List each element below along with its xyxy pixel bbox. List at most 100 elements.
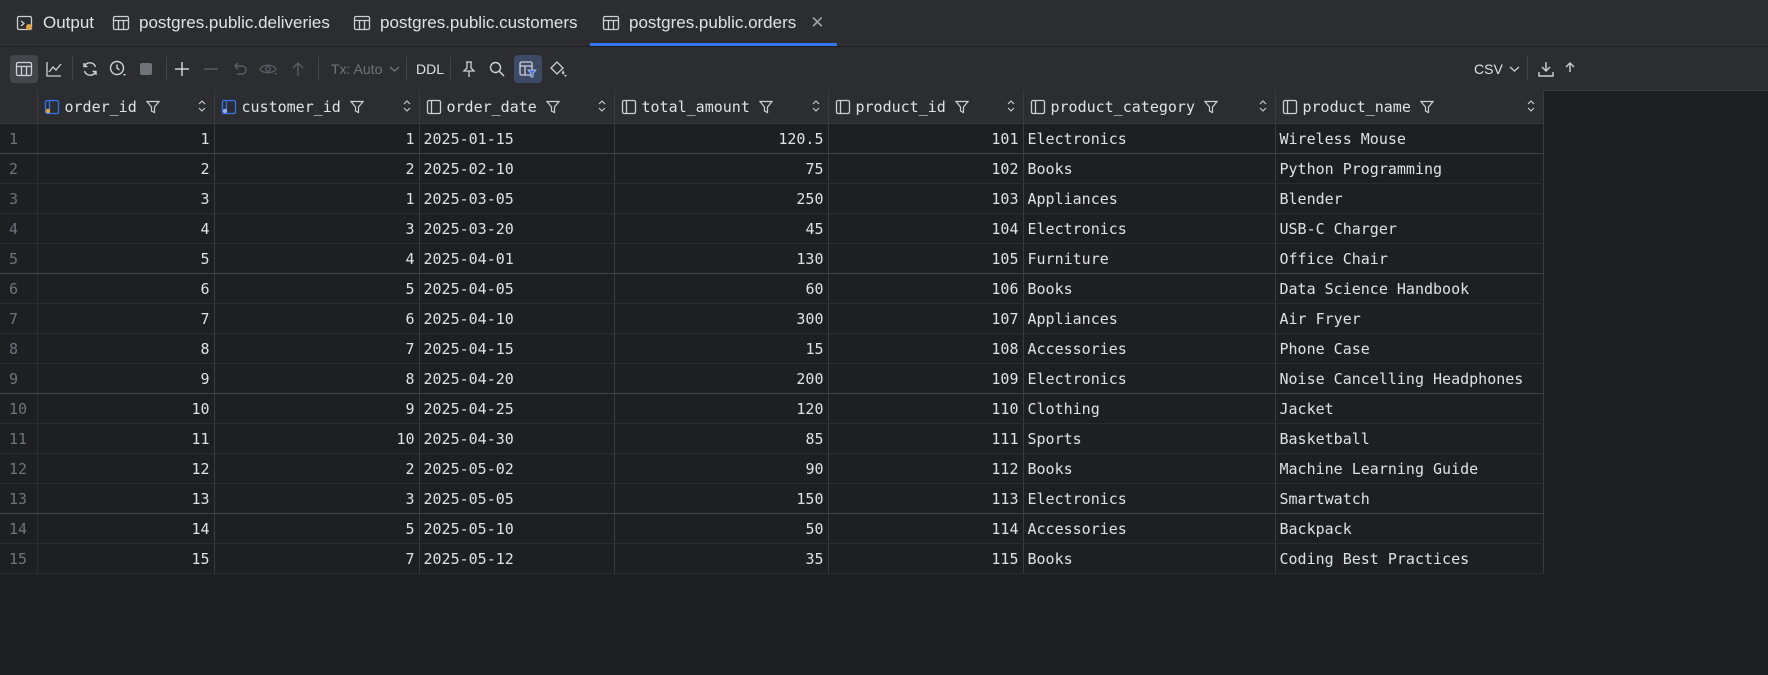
cell-product-name[interactable]: Jacket — [1275, 393, 1544, 424]
cell-product-category[interactable]: Sports — [1023, 423, 1276, 454]
cell-order-id[interactable]: 8 — [37, 333, 215, 364]
column-header-product-id[interactable]: product_id — [828, 90, 1024, 124]
cell-product-id[interactable]: 111 — [828, 423, 1024, 454]
cell-order-id[interactable]: 12 — [37, 453, 215, 484]
row-number[interactable]: 9 — [0, 363, 38, 394]
cell-total-amount[interactable]: 50 — [614, 513, 829, 544]
table-row[interactable]: 3 3 1 2025-03-05 250 103 Appliances Blender — [0, 183, 1544, 214]
ddl-button[interactable]: DDL — [416, 55, 444, 83]
cell-product-category[interactable]: Electronics — [1023, 363, 1276, 394]
cell-order-date[interactable]: 2025-03-20 — [419, 213, 615, 244]
cell-order-date[interactable]: 2025-05-10 — [419, 513, 615, 544]
table-row[interactable]: 14 14 5 2025-05-10 50 114 Accessories Backpack — [0, 513, 1544, 544]
cell-product-id[interactable]: 112 — [828, 453, 1024, 484]
cell-product-id[interactable]: 105 — [828, 243, 1024, 274]
tab-orders[interactable]: postgres.public.orders ✕ — [590, 0, 837, 46]
cell-product-name[interactable]: Machine Learning Guide — [1275, 453, 1544, 484]
row-number[interactable]: 1 — [0, 123, 38, 154]
chart-view-button[interactable] — [40, 55, 68, 83]
cell-product-category[interactable]: Accessories — [1023, 333, 1276, 364]
table-row[interactable]: 6 6 5 2025-04-05 60 106 Books Data Science Hand… — [0, 273, 1544, 304]
cell-total-amount[interactable]: 60 — [614, 273, 829, 304]
cell-order-id[interactable]: 15 — [37, 543, 215, 574]
row-number[interactable]: 10 — [0, 393, 38, 424]
cell-order-date[interactable]: 2025-03-05 — [419, 183, 615, 214]
table-row[interactable]: 2 2 2 2025-02-10 75 102 Books Python Programmin… — [0, 153, 1544, 184]
cell-total-amount[interactable]: 130 — [614, 243, 829, 274]
cell-order-id[interactable]: 4 — [37, 213, 215, 244]
upload-button[interactable] — [1556, 55, 1584, 83]
cell-customer-id[interactable]: 5 — [214, 273, 420, 304]
cell-order-date[interactable]: 2025-04-20 — [419, 363, 615, 394]
tab-deliveries[interactable]: postgres.public.deliveries — [112, 0, 330, 46]
table-row[interactable]: 10 10 9 2025-04-25 120 110 Clothing Jacket — [0, 393, 1544, 424]
cell-customer-id[interactable]: 1 — [214, 123, 420, 154]
table-row[interactable]: 1 1 1 2025-01-15 120.5 101 Electronics Wireless… — [0, 123, 1544, 154]
cell-product-name[interactable]: Air Fryer — [1275, 303, 1544, 334]
cell-product-category[interactable]: Books — [1023, 153, 1276, 184]
cell-product-category[interactable]: Books — [1023, 453, 1276, 484]
sort-icon[interactable] — [198, 99, 206, 113]
cell-order-date[interactable]: 2025-05-05 — [419, 483, 615, 514]
pin-button[interactable] — [455, 55, 483, 83]
cell-customer-id[interactable]: 3 — [214, 483, 420, 514]
filter-icon[interactable] — [954, 100, 969, 114]
cell-product-name[interactable]: Backpack — [1275, 513, 1544, 544]
column-header-product-name[interactable]: product_name — [1275, 90, 1544, 124]
cell-product-category[interactable]: Electronics — [1023, 483, 1276, 514]
cell-customer-id[interactable]: 1 — [214, 183, 420, 214]
cell-product-category[interactable]: Electronics — [1023, 213, 1276, 244]
cell-product-name[interactable]: Office Chair — [1275, 243, 1544, 274]
cell-order-date[interactable]: 2025-02-10 — [419, 153, 615, 184]
table-row[interactable]: 8 8 7 2025-04-15 15 108 Accessories Phone Case — [0, 333, 1544, 364]
cell-order-id[interactable]: 5 — [37, 243, 215, 274]
column-header-order-id[interactable]: order_id — [37, 90, 215, 124]
cell-total-amount[interactable]: 15 — [614, 333, 829, 364]
filter-view-button[interactable] — [514, 55, 542, 83]
cell-product-id[interactable]: 101 — [828, 123, 1024, 154]
cell-customer-id[interactable]: 10 — [214, 423, 420, 454]
cell-order-date[interactable]: 2025-04-10 — [419, 303, 615, 334]
cell-order-id[interactable]: 14 — [37, 513, 215, 544]
revert-button[interactable] — [226, 55, 254, 83]
cell-order-date[interactable]: 2025-04-05 — [419, 273, 615, 304]
cell-product-id[interactable]: 107 — [828, 303, 1024, 334]
filter-icon[interactable] — [349, 100, 364, 114]
cell-product-category[interactable]: Appliances — [1023, 303, 1276, 334]
refresh-button[interactable] — [76, 55, 104, 83]
cell-customer-id[interactable]: 5 — [214, 513, 420, 544]
cell-product-id[interactable]: 113 — [828, 483, 1024, 514]
cell-order-id[interactable]: 3 — [37, 183, 215, 214]
table-row[interactable]: 4 4 3 2025-03-20 45 104 Electronics USB-C Charg… — [0, 213, 1544, 244]
filter-icon[interactable] — [1419, 100, 1434, 114]
cell-product-category[interactable]: Accessories — [1023, 513, 1276, 544]
cell-product-name[interactable]: Noise Cancelling Headphones — [1275, 363, 1544, 394]
column-header-product-category[interactable]: product_category — [1023, 90, 1276, 124]
cell-total-amount[interactable]: 85 — [614, 423, 829, 454]
cell-total-amount[interactable]: 35 — [614, 543, 829, 574]
table-row[interactable]: 9 9 8 2025-04-20 200 109 Electronics Noise Canc… — [0, 363, 1544, 394]
cell-order-id[interactable]: 1 — [37, 123, 215, 154]
row-number[interactable]: 15 — [0, 543, 38, 574]
cell-order-id[interactable]: 6 — [37, 273, 215, 304]
row-number[interactable]: 14 — [0, 513, 38, 544]
cell-product-id[interactable]: 102 — [828, 153, 1024, 184]
row-number[interactable]: 8 — [0, 333, 38, 364]
submit-button[interactable] — [284, 55, 312, 83]
cell-order-date[interactable]: 2025-01-15 — [419, 123, 615, 154]
tab-customers[interactable]: postgres.public.customers — [353, 0, 577, 46]
preview-button[interactable] — [255, 55, 283, 83]
cell-product-id[interactable]: 115 — [828, 543, 1024, 574]
cell-total-amount[interactable]: 250 — [614, 183, 829, 214]
cell-customer-id[interactable]: 4 — [214, 243, 420, 274]
cell-customer-id[interactable]: 9 — [214, 393, 420, 424]
row-number[interactable]: 13 — [0, 483, 38, 514]
cell-product-id[interactable]: 106 — [828, 273, 1024, 304]
cell-order-date[interactable]: 2025-05-02 — [419, 453, 615, 484]
sort-icon[interactable] — [598, 99, 606, 113]
table-row[interactable]: 13 13 3 2025-05-05 150 113 Electronics Smartwat… — [0, 483, 1544, 514]
cell-order-id[interactable]: 11 — [37, 423, 215, 454]
cell-product-id[interactable]: 109 — [828, 363, 1024, 394]
cell-product-name[interactable]: Wireless Mouse — [1275, 123, 1544, 154]
row-number[interactable]: 2 — [0, 153, 38, 184]
